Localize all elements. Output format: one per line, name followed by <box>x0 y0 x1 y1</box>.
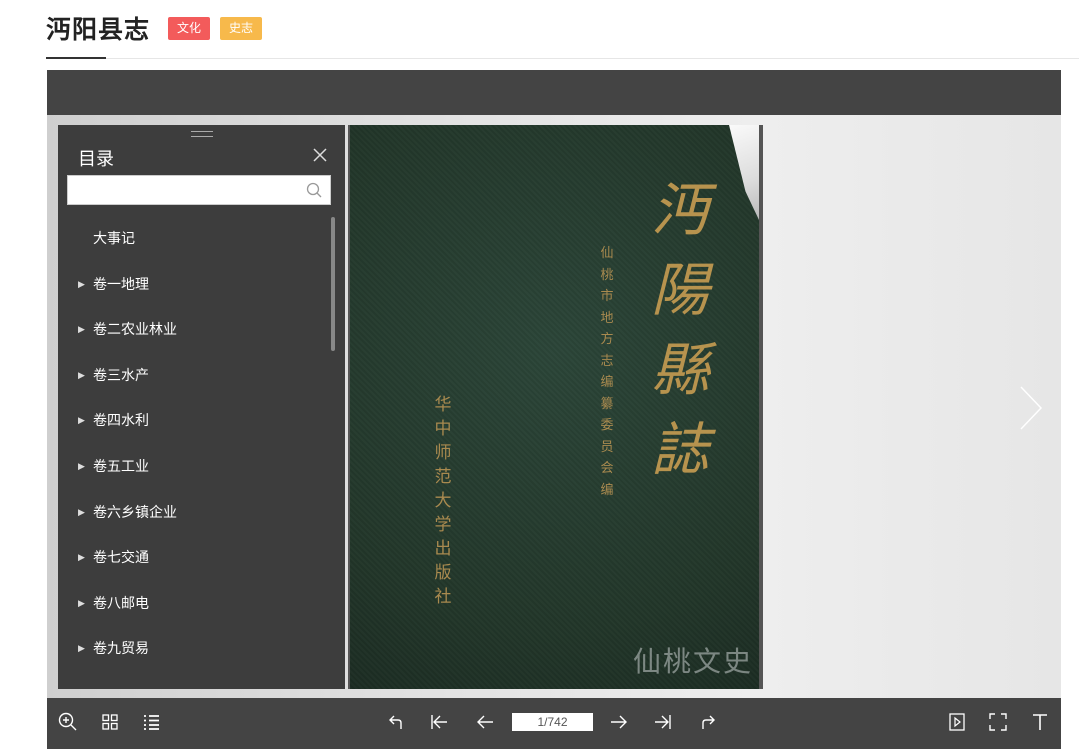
page-number-input[interactable] <box>512 713 593 731</box>
caret-right-icon[interactable]: ▶ <box>78 445 85 491</box>
caret-right-icon[interactable]: ▶ <box>78 627 85 673</box>
toc-title: 目录 <box>78 149 114 170</box>
text-icon[interactable] <box>1029 711 1051 733</box>
toc-item-label: 卷二农业林业 <box>93 322 177 339</box>
toc-drag-handle[interactable] <box>191 131 213 137</box>
toc-scrollbar[interactable] <box>331 217 335 351</box>
toc-item-label: 卷三水产 <box>93 367 149 384</box>
last-page-icon[interactable] <box>652 711 674 733</box>
caret-right-icon[interactable]: ▶ <box>78 491 85 537</box>
fullscreen-icon[interactable] <box>987 711 1009 733</box>
book-cover-page[interactable]: 沔陽縣誌 仙桃市地方志编纂委员会编 华中师范大学出版社 仙桃文史 <box>350 125 759 689</box>
toc-item[interactable]: ▶ 卷五工业 <box>58 445 330 491</box>
page-curl-corner[interactable] <box>729 125 759 220</box>
cover-publisher: 华中师范大学出版社 <box>434 395 452 607</box>
toc-item-label: 卷七交通 <box>93 550 149 567</box>
close-icon[interactable] <box>310 145 330 165</box>
autoplay-icon[interactable] <box>946 711 968 733</box>
toc-item-label: 卷一地理 <box>93 276 149 293</box>
toc-item-label: 卷四水利 <box>93 413 149 430</box>
caret-right-icon[interactable]: ▶ <box>78 308 85 354</box>
caret-right-icon[interactable]: ▶ <box>78 354 85 400</box>
first-page-icon[interactable] <box>428 711 450 733</box>
toc-list: 大事记 ▶ 卷一地理 ▶ 卷二农业林业 ▶ 卷三水产 ▶ 卷四水利 ▶ 卷五工业 ▶ 卷六乡… <box>58 217 330 689</box>
tag-culture[interactable]: 文化 <box>168 17 211 40</box>
page-title: 沔阳县志 <box>46 15 151 44</box>
caret-right-icon[interactable]: ▶ <box>78 263 85 309</box>
toc-item[interactable]: ▶ 卷六乡镇企业 <box>58 491 330 537</box>
undo-icon[interactable] <box>385 711 407 733</box>
bottom-toolbar <box>47 698 1061 749</box>
flipbook-viewer: 目录 大事记 ▶ 卷一地理 ▶ 卷二农业林业 ▶ 卷三水产 ▶ 卷四水利 ▶ 卷五工业 ▶… <box>47 70 1061 749</box>
toc-item[interactable]: ▶ 卷一地理 <box>58 263 330 309</box>
toc-item[interactable]: 大事记 <box>58 217 330 263</box>
viewer-stage: 目录 大事记 ▶ 卷一地理 ▶ 卷二农业林业 ▶ 卷三水产 ▶ 卷四水利 ▶ 卷五工业 ▶… <box>47 115 1061 698</box>
toc-item[interactable]: ▶ 卷八邮电 <box>58 582 330 628</box>
cover-compiler: 仙桃市地方志编纂委员会编 <box>600 246 614 498</box>
toc-item-label: 卷九贸易 <box>93 641 149 658</box>
toc-item[interactable]: ▶ 卷二农业林业 <box>58 308 330 354</box>
thumbnails-icon[interactable] <box>99 711 121 733</box>
toc-search-input[interactable] <box>68 176 298 204</box>
tag-history[interactable]: 史志 <box>220 17 263 40</box>
toc-search-box <box>67 175 331 205</box>
toc-item-label: 卷六乡镇企业 <box>93 504 177 521</box>
toc-item[interactable]: ▶ 卷九贸易 <box>58 627 330 673</box>
toc-list-icon[interactable] <box>140 711 162 733</box>
next-page-arrow-icon[interactable] <box>1015 383 1045 433</box>
toc-item-label: 大事记 <box>93 231 135 247</box>
prev-page-icon[interactable] <box>474 711 496 733</box>
toc-item[interactable]: ▶ 卷七交通 <box>58 536 330 582</box>
zoom-in-icon[interactable] <box>57 711 79 733</box>
toc-item-label: 卷五工业 <box>93 458 149 475</box>
toc-item[interactable]: ▶ 卷四水利 <box>58 399 330 445</box>
caret-right-icon[interactable]: ▶ <box>78 536 85 582</box>
header-divider <box>46 58 1079 59</box>
caret-right-icon[interactable]: ▶ <box>78 582 85 628</box>
caret-right-icon[interactable]: ▶ <box>78 399 85 445</box>
toc-item-label: 卷八邮电 <box>93 595 149 612</box>
title-underline <box>46 57 106 59</box>
watermark: 仙桃文史 <box>633 645 754 678</box>
viewer-top-bar <box>47 70 1061 115</box>
next-page-icon[interactable] <box>608 711 630 733</box>
search-icon[interactable] <box>306 182 322 198</box>
redo-icon[interactable] <box>697 711 719 733</box>
cover-title-text: 沔陽縣誌 <box>650 176 709 484</box>
toc-item[interactable]: ▶ 卷三水产 <box>58 354 330 400</box>
page-header: 沔阳县志 文化 史志 <box>0 0 1079 60</box>
toc-panel: 目录 大事记 ▶ 卷一地理 ▶ 卷二农业林业 ▶ 卷三水产 ▶ 卷四水利 ▶ 卷五工业 ▶… <box>58 125 345 689</box>
cover-title: 沔陽縣誌 <box>640 170 720 490</box>
